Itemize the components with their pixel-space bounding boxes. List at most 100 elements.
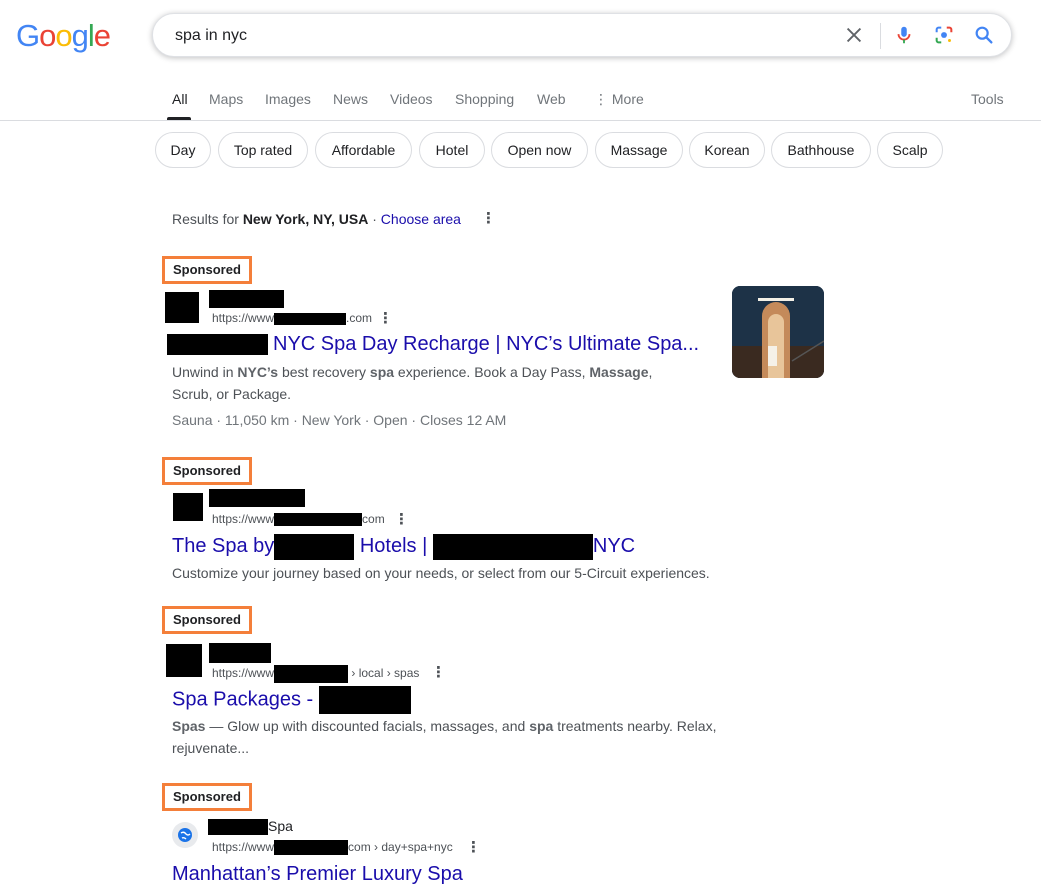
chip-day[interactable]: Day [155, 132, 211, 168]
url-suffix: com › day+spa+nyc [348, 840, 453, 854]
tools-button[interactable]: Tools [971, 91, 1004, 107]
ad-title[interactable]: NYC Spa Day Recharge | NYC’s Ultimate Sp… [273, 331, 699, 357]
tab-news[interactable]: News [333, 91, 368, 107]
title-text: Spa Packages - [172, 688, 314, 711]
ad-description: Customize your journey based on your nee… [172, 565, 710, 581]
site-favicon [172, 822, 198, 848]
choose-area-link[interactable]: Choose area [381, 211, 461, 227]
desc-text: experience. Book a Day Pass, [394, 364, 590, 380]
desc-highlight: Massage [589, 364, 649, 380]
url-redacted [274, 665, 349, 683]
title-part: NYC [592, 535, 636, 557]
url-prefix: https://www [212, 666, 275, 681]
url-redacted [274, 513, 363, 527]
site-name: Spa [208, 818, 293, 836]
url-suffix: .com [346, 311, 373, 325]
ad-title[interactable]: The Spa by Hotels | NYC [172, 533, 635, 560]
spa-thumbnail[interactable] [732, 286, 824, 378]
sponsored-label: Sponsored [162, 256, 252, 284]
desc-text: Scrub, or Package. [172, 386, 292, 402]
site-name-redacted [209, 489, 305, 507]
title-part: The Spa by [172, 535, 275, 557]
logo-letter: o [55, 18, 72, 53]
title-redacted [432, 533, 593, 560]
location-menu-icon[interactable]: ⋮ [481, 209, 496, 227]
tab-maps[interactable]: Maps [209, 91, 243, 107]
url-redacted [274, 312, 347, 325]
chip-korean[interactable]: Korean [689, 132, 765, 168]
chip-bathhouse[interactable]: Bathhouse [771, 132, 871, 168]
site-name-redacted [209, 643, 271, 663]
results-separator: · [372, 211, 377, 227]
ad-menu-icon[interactable]: ⋮ [466, 838, 481, 856]
chip-affordable[interactable]: Affordable [315, 132, 412, 168]
results-location: Results for New York, NY, USA · Choose a… [172, 211, 461, 227]
chip-hotel[interactable]: Hotel [419, 132, 485, 168]
logo-letter: G [16, 18, 40, 53]
tab-shopping[interactable]: Shopping [455, 91, 514, 107]
ad-url[interactable]: https://www › local › spas [212, 665, 419, 683]
clear-icon[interactable] [843, 24, 865, 46]
url-prefix: https://www [212, 311, 275, 325]
ad-menu-icon[interactable]: ⋮ [378, 309, 393, 327]
search-icon[interactable] [973, 24, 995, 46]
more-dots-icon: ⋮ [594, 91, 608, 107]
search-divider [880, 23, 881, 49]
site-name-redacted [209, 290, 284, 308]
ad-menu-icon[interactable]: ⋮ [431, 663, 446, 681]
url-suffix: com [362, 512, 385, 526]
logo-letter: o [39, 18, 56, 53]
chip-scalp[interactable]: Scalp [877, 132, 943, 168]
url-suffix: › local › spas [351, 666, 420, 681]
results-for-prefix: Results for [172, 211, 239, 227]
tabs-divider [0, 120, 1041, 121]
ad-url[interactable]: https://www com › day+spa+nyc [212, 840, 453, 856]
spa-thumbnail-image [732, 286, 824, 378]
ad-url[interactable]: https://www .com [212, 311, 372, 325]
tab-more[interactable]: ⋮ More [594, 91, 644, 108]
ad-description: Unwind in NYC’s best recovery spa experi… [172, 361, 692, 405]
ad-menu-icon[interactable]: ⋮ [394, 510, 409, 528]
desc-highlight: spa [529, 718, 554, 734]
chip-open-now[interactable]: Open now [491, 132, 588, 168]
title-redacted [318, 686, 411, 714]
url-redacted [274, 840, 349, 856]
chip-top-rated[interactable]: Top rated [218, 132, 308, 168]
url-prefix: https://www [212, 512, 275, 526]
search-input[interactable] [173, 14, 777, 58]
site-name-redacted [208, 819, 268, 836]
logo-letter: g [71, 18, 89, 53]
logo-letter: e [93, 18, 111, 53]
globe-icon [178, 828, 192, 842]
sponsored-label: Sponsored [162, 606, 252, 634]
desc-text: — Glow up with discounted facials, massa… [205, 718, 530, 734]
desc-highlight: NYC’s [237, 364, 279, 380]
title-redacted [274, 533, 355, 560]
desc-highlight: spa [369, 364, 395, 380]
desc-text: Unwind in [172, 364, 238, 380]
tab-videos[interactable]: Videos [390, 91, 433, 107]
ad-title[interactable]: Manhattan’s Premier Luxury Spa [172, 861, 463, 887]
sponsored-label: Sponsored [162, 783, 252, 811]
chip-massage[interactable]: Massage [595, 132, 683, 168]
tab-all[interactable]: All [172, 91, 188, 107]
site-favicon-redacted [165, 292, 199, 323]
tab-web[interactable]: Web [537, 91, 566, 107]
site-favicon-redacted [166, 644, 202, 677]
ad-title[interactable]: Spa Packages - [172, 686, 411, 714]
results-location-name: New York, NY, USA [242, 211, 369, 227]
desc-text: treatments nearby. Relax, [553, 718, 717, 734]
tab-more-label: More [611, 91, 644, 107]
url-prefix: https://www [212, 840, 275, 854]
site-favicon-redacted [173, 493, 203, 521]
ad-meta: Sauna · 11,050 km · New York · Open · Cl… [172, 412, 507, 428]
google-logo[interactable]: Google [16, 18, 111, 54]
desc-text: best recovery [278, 364, 370, 380]
desc-text: , [648, 364, 653, 380]
ad-url[interactable]: https://www com [212, 512, 385, 527]
lens-icon[interactable] [933, 24, 955, 46]
desc-text: rejuvenate... [172, 740, 250, 756]
tab-images[interactable]: Images [265, 91, 311, 107]
microphone-icon[interactable] [893, 24, 915, 46]
title-part: Hotels | [359, 535, 428, 557]
